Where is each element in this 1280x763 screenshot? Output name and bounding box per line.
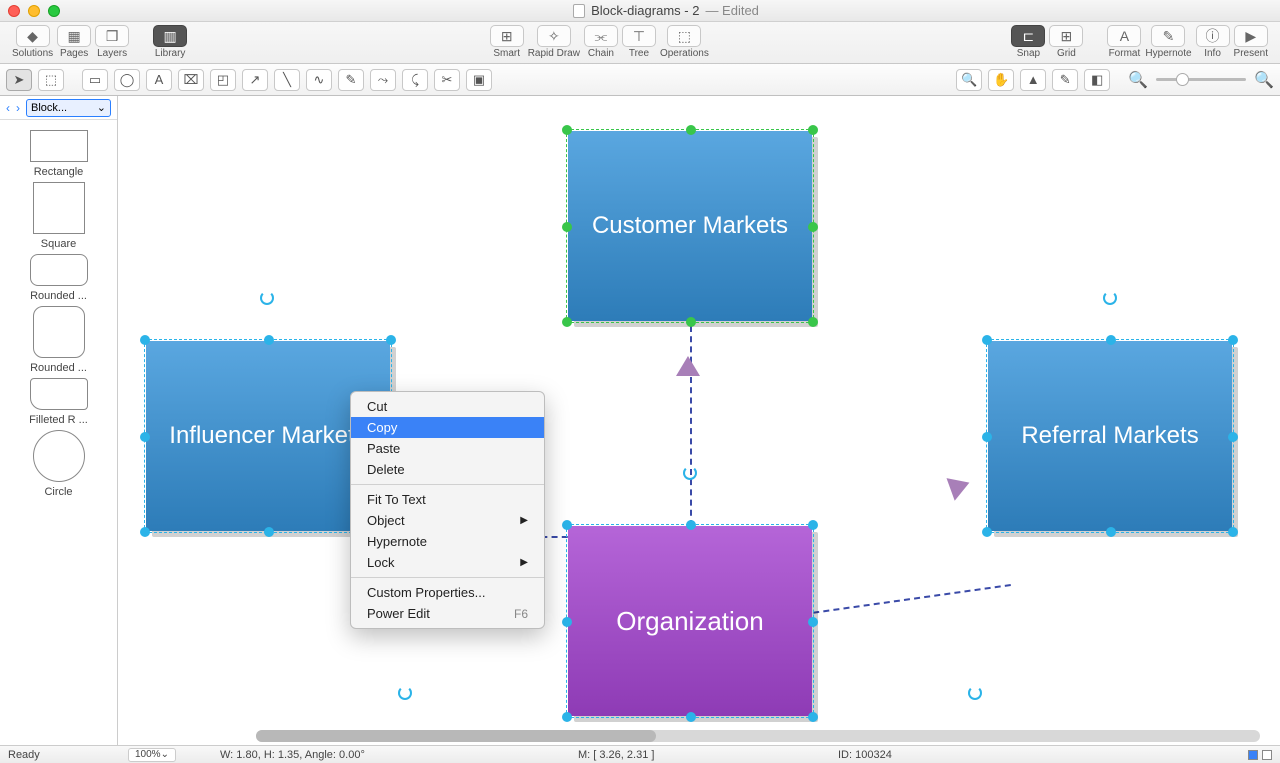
ctx-lock[interactable]: Lock▶ — [351, 552, 544, 573]
zoom-button[interactable] — [48, 5, 60, 17]
library-select[interactable]: Block...⌄ — [26, 99, 111, 117]
shape-square[interactable]: Square — [33, 182, 85, 250]
rectangle-tool[interactable]: ▭ — [82, 69, 108, 91]
minimize-button[interactable] — [28, 5, 40, 17]
grid-button[interactable]: ⊞Grid — [1049, 25, 1083, 59]
tree-button[interactable]: ⊤Tree — [622, 25, 656, 59]
submenu-arrow-icon: ▶ — [520, 557, 528, 568]
line-tool[interactable]: ╲ — [274, 69, 300, 91]
selection-outline — [566, 524, 814, 718]
smart-button[interactable]: ⊞Smart — [490, 25, 524, 59]
magnify-tool[interactable]: 🔍 — [956, 69, 982, 91]
status-ready: Ready — [8, 749, 40, 761]
window-title: Block-diagrams - 2 — Edited — [60, 3, 1272, 18]
rotation-handle-icon[interactable] — [398, 686, 412, 700]
text-tool[interactable]: A — [146, 69, 172, 91]
present-button[interactable]: ▶Present — [1234, 25, 1268, 59]
chain-button[interactable]: ⫘Chain — [584, 25, 618, 59]
pages-button[interactable]: ▦Pages — [57, 25, 91, 59]
canvas[interactable]: Customer Markets Influencer Markets Refe… — [118, 96, 1280, 745]
ctx-delete[interactable]: Delete — [351, 459, 544, 480]
pointer-tool[interactable]: ➤ — [6, 69, 32, 91]
shape-rounded[interactable]: Rounded ... — [30, 254, 88, 302]
rotation-handle-icon[interactable] — [683, 466, 697, 480]
status-icons — [1248, 750, 1272, 760]
info-button[interactable]: ⓘInfo — [1196, 25, 1230, 59]
format-button[interactable]: AFormat — [1107, 25, 1141, 59]
scissors-tool[interactable]: ✂ — [434, 69, 460, 91]
ctx-cut[interactable]: Cut — [351, 396, 544, 417]
brush-tool[interactable]: ✎ — [338, 69, 364, 91]
arrow-tool[interactable]: ↗ — [242, 69, 268, 91]
submenu-arrow-icon: ▶ — [520, 515, 528, 526]
status-dimensions: W: 1.80, H: 1.35, Angle: 0.00° — [220, 749, 365, 761]
connector-tool[interactable]: ⤳ — [370, 69, 396, 91]
zoom-out-icon[interactable]: 🔍 — [1128, 70, 1148, 90]
rotation-handle-icon[interactable] — [1103, 291, 1117, 305]
spline-tool[interactable]: ⤹ — [402, 69, 428, 91]
marquee-tool[interactable]: ⬚ — [38, 69, 64, 91]
hand-tool[interactable]: ✋ — [988, 69, 1014, 91]
library-button[interactable]: ▥Library — [153, 25, 187, 59]
ctx-object[interactable]: Object▶ — [351, 510, 544, 531]
ctx-paste[interactable]: Paste — [351, 438, 544, 459]
status-bar: Ready 100% ⌄ W: 1.80, H: 1.35, Angle: 0.… — [0, 745, 1280, 763]
curve-tool[interactable]: ∿ — [306, 69, 332, 91]
rotation-handle-icon[interactable] — [968, 686, 982, 700]
hypernote-button[interactable]: ✎Hypernote — [1145, 25, 1191, 59]
zoom-slider[interactable]: 🔍 🔍 — [1128, 70, 1274, 90]
shapes-sidebar: ‹ › Block...⌄ Rectangle Square Rounded .… — [0, 96, 118, 745]
eraser-tool[interactable]: ◧ — [1084, 69, 1110, 91]
status-id: ID: 100324 — [838, 749, 892, 761]
operations-button[interactable]: ⬚Operations — [660, 25, 709, 59]
nav-back-icon[interactable]: ‹ — [6, 101, 10, 115]
layers-button[interactable]: ❒Layers — [95, 25, 129, 59]
rapid-draw-button[interactable]: ✧Rapid Draw — [528, 25, 580, 59]
arrow-icon — [676, 356, 700, 376]
edited-indicator: — Edited — [705, 3, 758, 18]
ctx-power-edit[interactable]: Power EditF6 — [351, 603, 544, 624]
horizontal-scrollbar[interactable] — [256, 730, 1260, 742]
document-icon — [573, 4, 585, 18]
solutions-button[interactable]: ◆Solutions — [12, 25, 53, 59]
textbox-tool[interactable]: ⌧ — [178, 69, 204, 91]
zoom-in-icon[interactable]: 🔍 — [1254, 70, 1274, 90]
window-titlebar: Block-diagrams - 2 — Edited — [0, 0, 1280, 22]
dropdown-icon: ⌄ — [97, 101, 106, 114]
ctx-hypernote[interactable]: Hypernote — [351, 531, 544, 552]
ctx-separator — [351, 484, 544, 485]
status-mouse: M: [ 3.26, 2.31 ] — [578, 749, 654, 761]
shape-circle[interactable]: Circle — [33, 430, 85, 498]
zoom-select[interactable]: 100% ⌄ — [128, 748, 176, 762]
rotation-handle-icon[interactable] — [260, 291, 274, 305]
sidebar-nav: ‹ › Block...⌄ — [0, 96, 117, 120]
ctx-copy[interactable]: Copy — [351, 417, 544, 438]
context-menu: Cut Copy Paste Delete Fit To Text Object… — [350, 391, 545, 629]
stamp2-tool[interactable]: ▲ — [1020, 69, 1046, 91]
shape-rounded-square[interactable]: Rounded ... — [30, 306, 87, 374]
nav-forward-icon[interactable]: › — [16, 101, 20, 115]
stamp-tool[interactable]: ▣ — [466, 69, 492, 91]
callout-tool[interactable]: ◰ — [210, 69, 236, 91]
tool-toolbar: ➤ ⬚ ▭ ◯ A ⌧ ◰ ↗ ╲ ∿ ✎ ⤳ ⤹ ✂ ▣ 🔍 ✋ ▲ ✎ ◧ … — [0, 64, 1280, 96]
selection-outline — [566, 129, 814, 323]
ctx-custom-properties[interactable]: Custom Properties... — [351, 582, 544, 603]
snap-button[interactable]: ⊏Snap — [1011, 25, 1045, 59]
ctx-separator — [351, 577, 544, 578]
ctx-fit-to-text[interactable]: Fit To Text — [351, 489, 544, 510]
ellipse-tool[interactable]: ◯ — [114, 69, 140, 91]
shape-filleted[interactable]: Filleted R ... — [29, 378, 88, 426]
close-button[interactable] — [8, 5, 20, 17]
window-controls — [8, 5, 60, 17]
main-toolbar: ◆Solutions ▦Pages ❒Layers ▥Library ⊞Smar… — [0, 22, 1280, 64]
shape-rectangle[interactable]: Rectangle — [30, 130, 88, 178]
eyedropper-tool[interactable]: ✎ — [1052, 69, 1078, 91]
arrow-icon — [946, 471, 973, 500]
selection-outline — [986, 339, 1234, 533]
document-title: Block-diagrams - 2 — [591, 3, 699, 18]
